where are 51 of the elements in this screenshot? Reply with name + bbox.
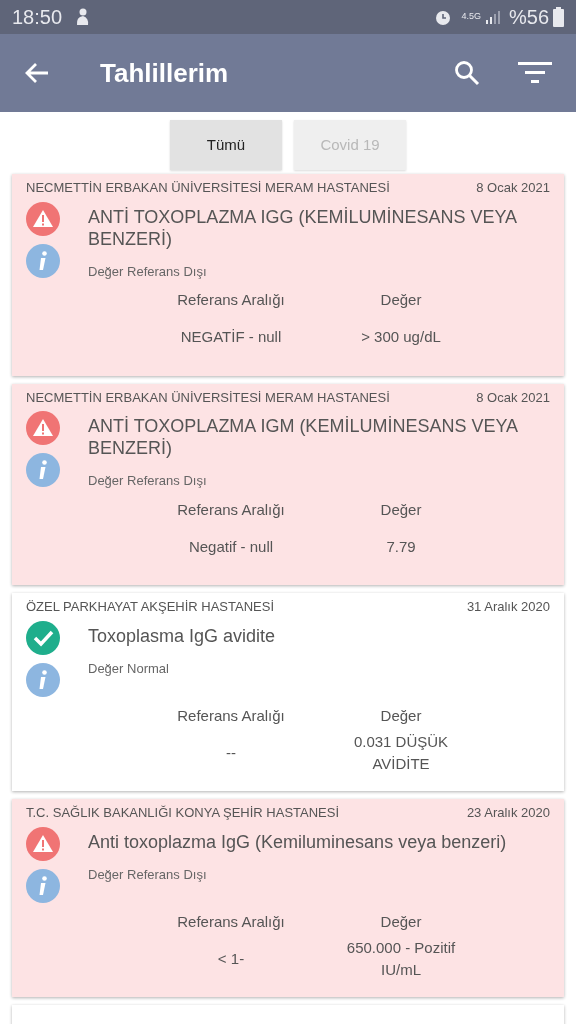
info-icon[interactable] (26, 243, 60, 278)
result-date: 8 Ocak 2021 (476, 179, 550, 197)
column-header: Değer (379, 290, 423, 310)
result-date: 8 Ocak 2021 (476, 388, 550, 407)
battery-icon (553, 7, 564, 27)
filter-tab[interactable]: Tümü (170, 120, 282, 170)
info-icon[interactable] (26, 868, 60, 903)
reference-range: < 1- (217, 948, 245, 969)
result-status: Değer Normal (88, 659, 170, 678)
result-value: 7.79 (385, 536, 417, 557)
info-icon[interactable] (26, 453, 60, 487)
result-status: Değer Referans Dışı (88, 472, 208, 490)
hospital-name: T.C. SAĞLIK BAKANLIĞI KONYA ŞEHİR HASTANESİ (26, 804, 340, 822)
search-icon[interactable] (454, 60, 480, 86)
column-header: Referans Aralığı (176, 911, 286, 932)
back-arrow-icon[interactable] (24, 61, 50, 85)
filter-icon[interactable] (518, 61, 552, 85)
column-header: Referans Aralığı (176, 499, 286, 520)
column-header: Değer (379, 499, 423, 520)
result-card[interactable]: ÖZEL PARKHAYAT AKŞEHİR HASTANESİ 31 Aralık 2020 Toxoplasma IgG avidite Değer Normal Referans Aralığı Değer -- 0.031 DÜŞÜK AVİDİTE (12, 593, 564, 791)
status-time: 18:50 (12, 5, 63, 30)
result-status: Değer Referans Dışı (88, 865, 208, 884)
result-date: 31 Aralık 2020 (466, 598, 550, 616)
battery-percent: %56 (508, 5, 549, 30)
result-date: 23 Aralık 2020 (466, 804, 550, 822)
test-name: Toxoplasma IgG avidite (88, 624, 277, 647)
info-icon[interactable] (26, 662, 60, 697)
network-type: 4.5G (461, 10, 481, 24)
result-card[interactable]: T.C. SAĞLIK BAKANLIĞI KONYA ŞEHİR HASTANESİ 23 Aralık 2020 Anti toxoplazma IgG (Kemiluminesans veya benzeri) Değer Referans Dışı Referans Aralığı Değer < 1- 650.000 - Pozitif IU/mL (12, 799, 564, 997)
notification-icon (74, 8, 91, 26)
reference-range: Negatif - null (188, 536, 274, 557)
result-value: 650.000 - Pozitif IU/mL (345, 937, 457, 980)
signal-icon (484, 9, 501, 25)
column-header: Değer (379, 911, 423, 932)
test-name: ANTİ TOXOPLAZMA IGM (KEMİLUMİNESANS VEYA BENZERİ) (88, 415, 519, 459)
reference-range: -- (226, 742, 236, 763)
column-header: Değer (379, 705, 423, 726)
column-header: Referans Aralığı (176, 705, 286, 726)
test-name: Anti toxoplazma IgG (Kemiluminesans veya benzeri) (88, 830, 508, 853)
hospital-name: NECMETTİN ERBAKAN ÜNİVERSİTESİ MERAM HASTANESİ (26, 388, 390, 407)
result-card[interactable]: NECMETTİN ERBAKAN ÜNİVERSİTESİ MERAM HASTANESİ 8 Ocak 2021 ANTİ TOXOPLAZMA IGG (KEMİLUMİNESANS VEYA BENZERİ) Değer Referans Dışı Referans Aralığı Değer NEGATİF - null > 300 ug/dL (12, 174, 564, 376)
hospital-name: ÖZEL PARKHAYAT AKŞEHİR HASTANESİ (26, 598, 275, 616)
test-name: ANTİ TOXOPLAZMA IGG (KEMİLUMİNESANS VEYA BENZERİ) (88, 205, 518, 250)
result-status: Değer Referans Dışı (88, 262, 208, 281)
result-value: > 300 ug/dL (360, 327, 442, 348)
hospital-name: NECMETTİN ERBAKAN ÜNİVERSİTESİ MERAM HASTANESİ (26, 179, 390, 197)
screen-title: Tahlillerim (100, 56, 229, 90)
result-card[interactable]: NECMETTİN ERBAKAN ÜNİVERSİTESİ MERAM HASTANESİ 8 Ocak 2021 ANTİ TOXOPLAZMA IGM (KEMİLUMİNESANS VEYA BENZERİ) Değer Referans Dışı Referans Aralığı Değer Negatif - null 7.79 (12, 383, 564, 585)
reference-range: NEGATİF - null (180, 327, 282, 348)
result-value: 0.031 DÜŞÜK AVİDİTE (352, 731, 450, 774)
column-header: Referans Aralığı (176, 290, 286, 310)
